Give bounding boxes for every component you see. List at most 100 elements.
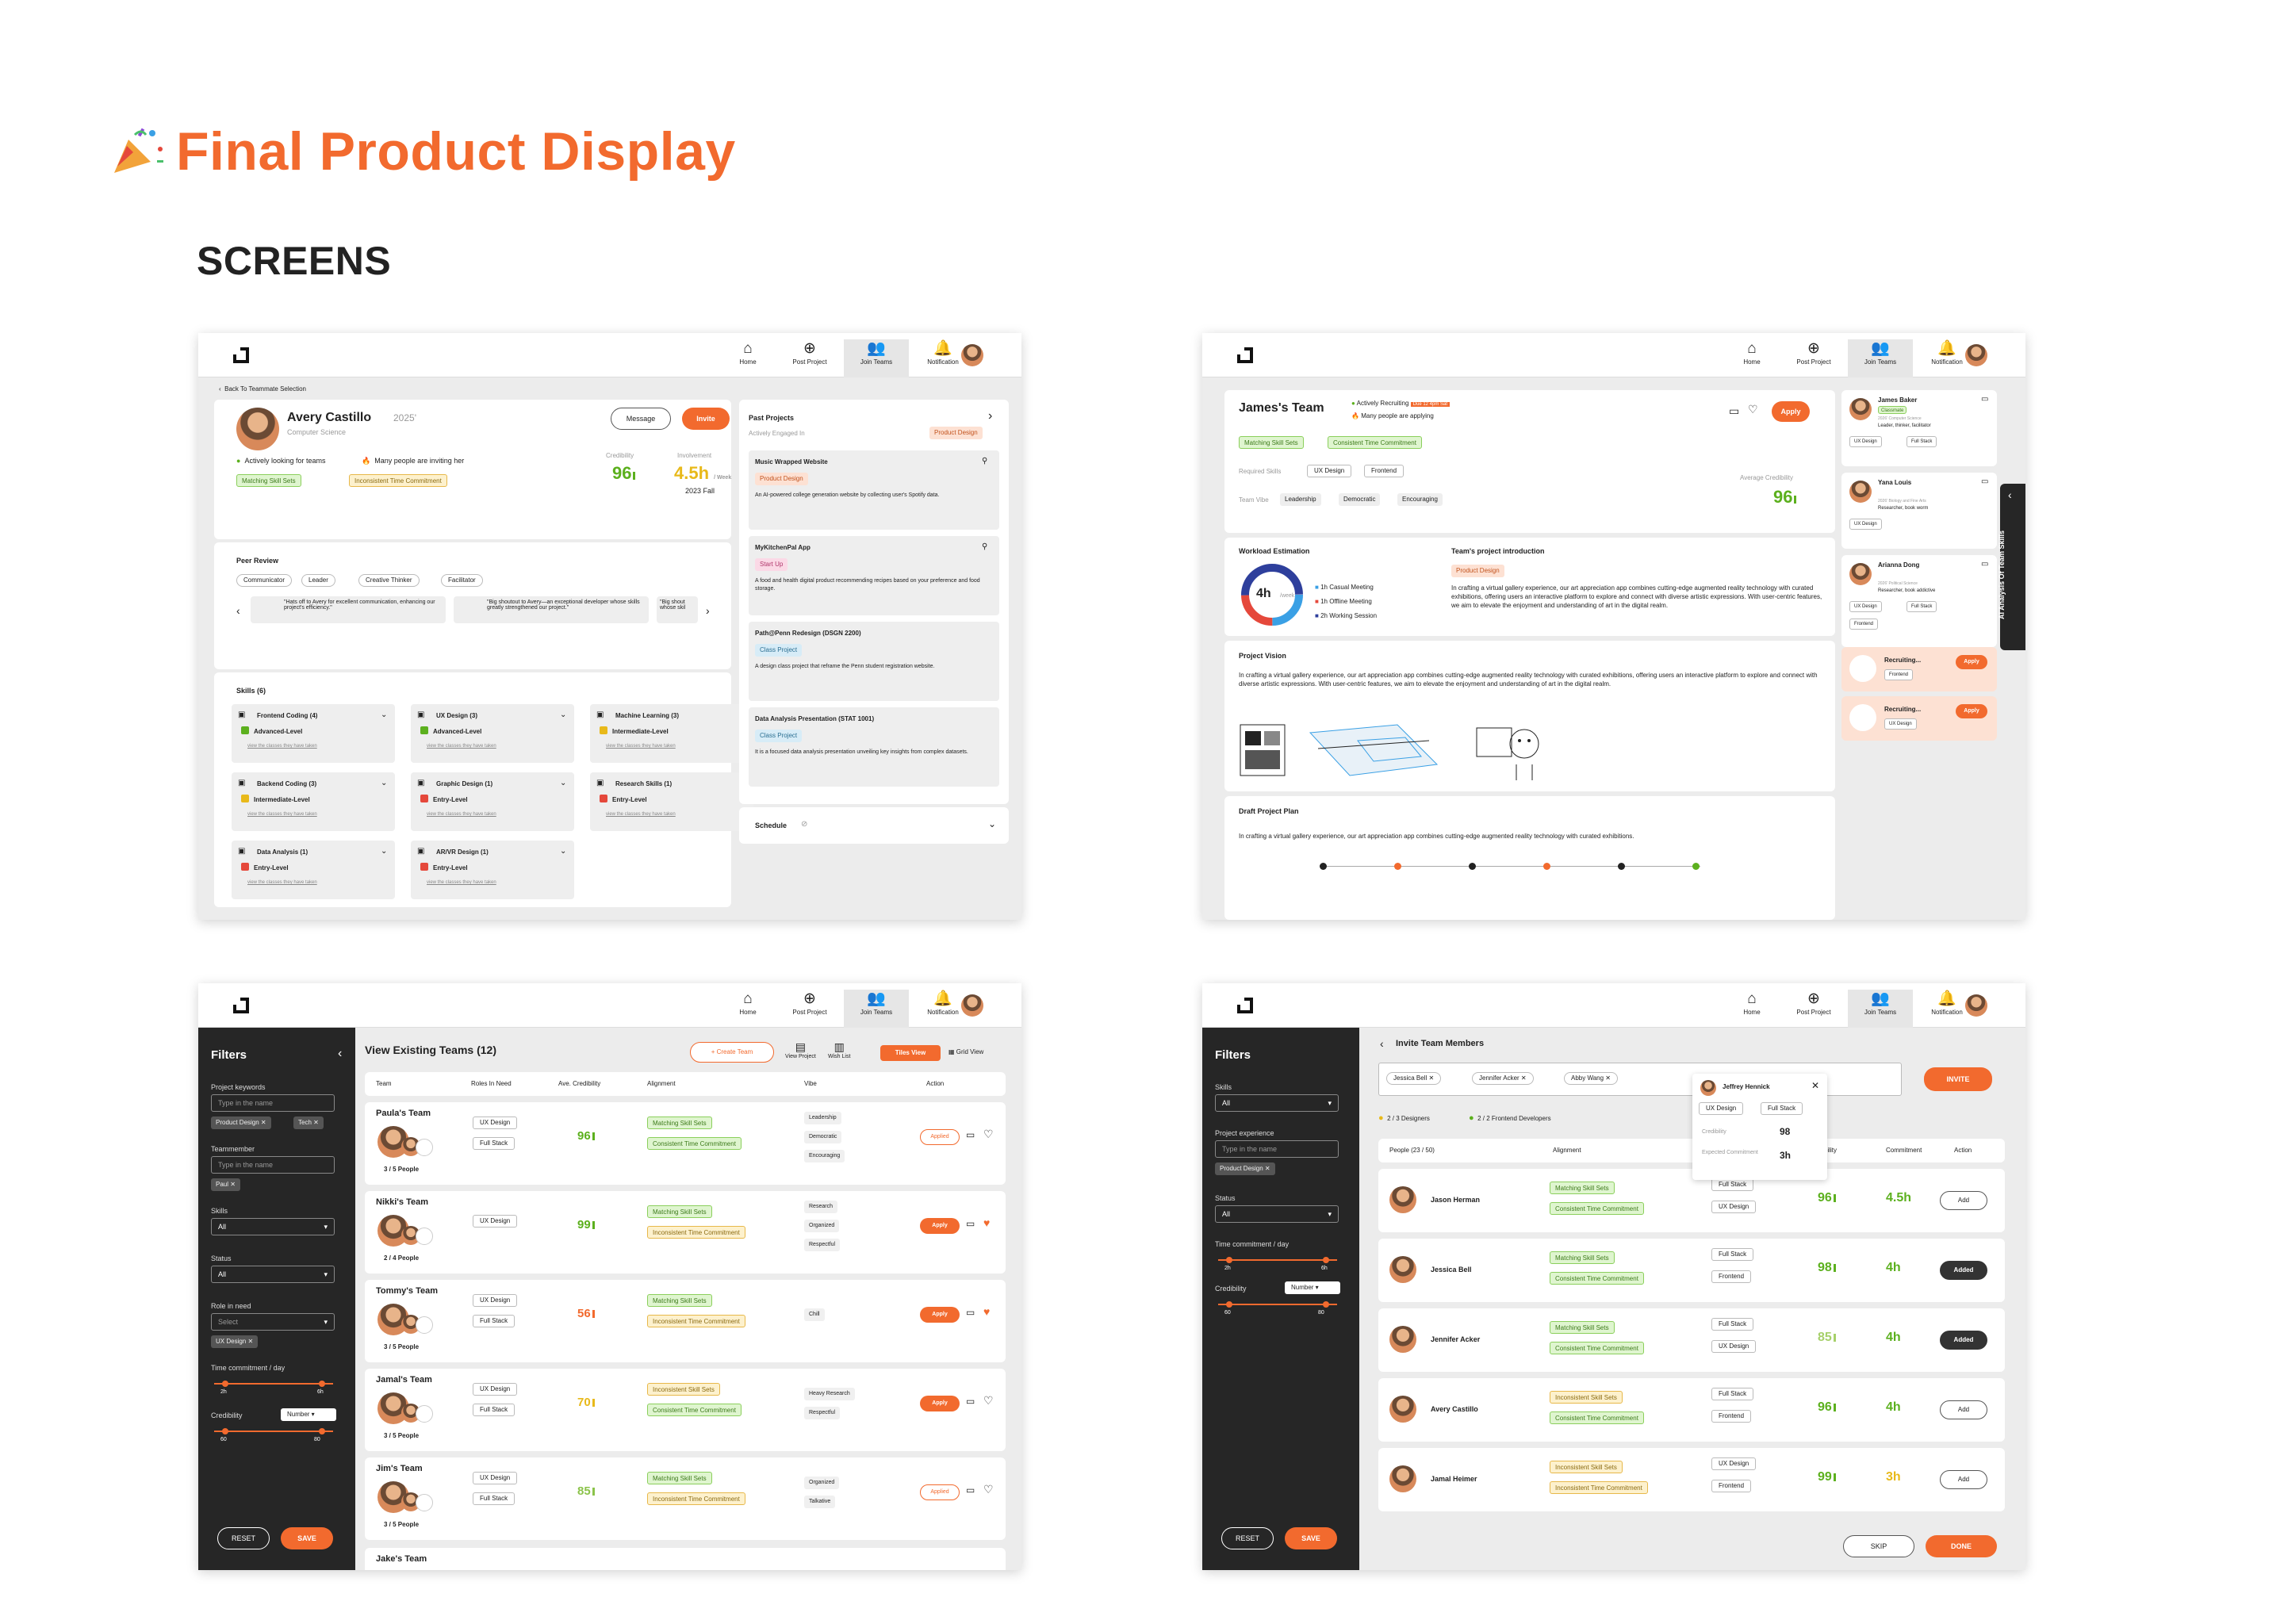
apply-button[interactable]: Apply (1772, 401, 1810, 422)
nav-home[interactable]: ⌂ Home (1719, 339, 1784, 377)
apply-button[interactable]: Apply (920, 1307, 960, 1323)
teammember-chip[interactable]: Paul ✕ (211, 1178, 240, 1191)
add-button[interactable]: Add (1940, 1470, 1987, 1489)
project-item[interactable]: MyKitchenPal App Start Up A food and healt… (749, 536, 999, 615)
chevron-down-icon[interactable]: ⌄ (560, 847, 566, 856)
time-slider[interactable] (1218, 1257, 1337, 1263)
skill-card[interactable]: Data Analysis (1) ▣ ⌄ Entry-Level view the c… (232, 841, 395, 899)
heart-icon[interactable]: ♡ (983, 1128, 994, 1141)
heart-icon[interactable]: ♥ (983, 1305, 990, 1318)
table-row[interactable]: Tommy's Team 3 / 5 People UX Design Full St… (365, 1280, 1006, 1362)
credibility-select[interactable]: Number ▾ (1285, 1281, 1340, 1294)
chat-icon[interactable]: ▭ (966, 1129, 975, 1140)
project-item[interactable]: Data Analysis Presentation (STAT 1001) Cl… (749, 707, 999, 787)
back-arrow-icon[interactable]: ‹ (1380, 1037, 1384, 1050)
table-row[interactable]: Jennifer Acker Matching Skill Sets Consist… (1378, 1308, 2005, 1372)
time-slider[interactable] (214, 1381, 333, 1387)
chevron-down-icon[interactable]: ⌄ (560, 779, 566, 787)
invitee-chip[interactable]: Jessica Bell ✕ (1386, 1072, 1442, 1085)
invitee-chip[interactable]: Abby Wang ✕ (1564, 1072, 1618, 1085)
message-button[interactable]: Message (611, 408, 671, 430)
nav-home[interactable]: ⌂ Home (715, 990, 780, 1028)
project-item[interactable]: Path@Penn Redesign (DSGN 2200) Class Proj… (749, 622, 999, 701)
app-logo[interactable] (233, 347, 249, 363)
invitee-chip[interactable]: Jennifer Acker ✕ (1472, 1072, 1534, 1085)
project-item[interactable]: Music Wrapped Website Product Design An AI… (749, 450, 999, 530)
experience-input[interactable]: Type in the name (1215, 1140, 1339, 1158)
nav-post-project[interactable]: ⊕ Post Project (1781, 990, 1846, 1028)
nav-join-teams[interactable]: 👥 Join Teams (1848, 990, 1913, 1028)
add-button[interactable]: Add (1940, 1400, 1987, 1419)
view-project-button[interactable]: ▤ View Project (785, 1040, 816, 1059)
pin-icon[interactable]: ⚲ (982, 542, 987, 551)
pin-icon[interactable]: ⚲ (982, 457, 987, 465)
user-avatar[interactable] (961, 994, 983, 1017)
table-row[interactable]: Jessica Bell Matching Skill Sets Consisten… (1378, 1239, 2005, 1302)
chevron-down-icon[interactable]: ⌄ (381, 847, 387, 856)
status-select[interactable]: All ▾ (1215, 1205, 1339, 1223)
ai-analysis-tab[interactable]: ‹ AI Analysis Of Team Skills (1998, 484, 2025, 650)
app-logo[interactable] (1237, 998, 1253, 1013)
skill-classes-link[interactable]: view the classes they have taken (247, 812, 317, 817)
status-select[interactable]: All ▾ (211, 1266, 335, 1283)
reset-button[interactable]: RESET (217, 1527, 270, 1549)
credibility-slider[interactable] (1218, 1301, 1337, 1308)
heart-icon[interactable]: ♡ (983, 1394, 994, 1408)
table-row[interactable]: Jamal Heimer Inconsistent Skill Sets Incon… (1378, 1448, 2005, 1511)
chat-icon[interactable]: ▭ (1981, 395, 1988, 404)
nav-join-teams[interactable]: 👥 Join Teams (1848, 339, 1913, 377)
skill-card[interactable]: AR/VR Design (1) ▣ ⌄ Entry-Level view the cl… (411, 841, 574, 899)
skip-button[interactable]: SKIP (1843, 1535, 1914, 1557)
add-button[interactable]: Add (1940, 1191, 1987, 1210)
skill-classes-link[interactable]: view the classes they have taken (606, 744, 676, 749)
member-card[interactable]: Yana Louis 2026' Biology and Fine Arts Res… (1841, 473, 1997, 549)
member-card[interactable]: Arianna Dong 2026' Political Science Resea… (1841, 555, 1997, 647)
chevron-down-icon[interactable]: ⌄ (381, 710, 387, 719)
chat-icon[interactable]: ▭ (1729, 404, 1739, 418)
chat-icon[interactable]: ▭ (966, 1396, 975, 1407)
nav-home[interactable]: ⌂ Home (1719, 990, 1784, 1028)
added-button[interactable]: Added (1940, 1331, 1987, 1350)
apply-button[interactable]: Apply (1956, 655, 1987, 669)
keyword-chip[interactable]: Product Design ✕ (211, 1116, 271, 1129)
chat-icon[interactable]: ▭ (966, 1218, 975, 1229)
close-icon[interactable]: ✕ (1811, 1080, 1819, 1091)
skill-card[interactable]: Backend Coding (3) ▣ ⌄ Intermediate-Level vi… (232, 772, 395, 831)
app-logo[interactable] (1237, 347, 1253, 363)
create-team-button[interactable]: + Create Team (690, 1042, 774, 1063)
added-button[interactable]: Added (1940, 1261, 1987, 1280)
user-avatar[interactable] (1965, 344, 1987, 366)
skill-classes-link[interactable]: view the classes they have taken (427, 880, 496, 885)
chevron-down-icon[interactable]: ⌄ (381, 779, 387, 787)
app-logo[interactable] (233, 998, 249, 1013)
schedule-card[interactable]: Schedule ⊘ ⌄ (739, 807, 1009, 844)
nav-post-project[interactable]: ⊕ Post Project (777, 339, 842, 377)
chevron-right-icon[interactable]: › (988, 409, 992, 423)
table-row[interactable]: Paula's Team 3 / 5 People UX Design Full St… (365, 1102, 1006, 1185)
chevron-right-icon[interactable]: › (706, 604, 710, 617)
chat-icon[interactable]: ▭ (966, 1484, 975, 1496)
keyword-chip[interactable]: Tech ✕ (293, 1116, 324, 1129)
skill-card[interactable]: Machine Learning (3)▣⌄Intermediate-Level… (590, 704, 753, 763)
grid-view-toggle[interactable]: ▦ Grid View (948, 1048, 983, 1055)
applied-button[interactable]: Applied (920, 1129, 960, 1145)
done-button[interactable]: DONE (1926, 1535, 1997, 1557)
wishlist-button[interactable]: ▥ Wish List (828, 1040, 850, 1059)
skill-classes-link[interactable]: view the classes they have taken (247, 880, 317, 885)
chevron-left-icon[interactable]: ‹ (236, 604, 240, 617)
skills-select[interactable]: All ▾ (211, 1218, 335, 1235)
skill-card[interactable]: Graphic Design (1) ▣ ⌄ Entry-Level view the … (411, 772, 574, 831)
recruiting-slot[interactable]: Recruiting... Frontend Apply (1841, 647, 1997, 691)
table-row[interactable]: Jake's Team (365, 1548, 1006, 1570)
user-avatar[interactable] (961, 344, 983, 366)
applied-button[interactable]: Applied (920, 1484, 960, 1500)
apply-button[interactable]: Apply (920, 1396, 960, 1411)
nav-home[interactable]: ⌂ Home (715, 339, 780, 377)
recruiting-slot[interactable]: Recruiting... UX Design Apply (1841, 696, 1997, 741)
skill-classes-link[interactable]: view the classes they have taken (427, 744, 496, 749)
table-row[interactable]: Jim's Team 3 / 5 People UX Design Full Stac… (365, 1457, 1006, 1540)
nav-post-project[interactable]: ⊕ Post Project (1781, 339, 1846, 377)
nav-join-teams[interactable]: 👥 Join Teams (844, 990, 909, 1028)
chat-icon[interactable]: ▭ (966, 1307, 975, 1318)
role-chip[interactable]: UX Design ✕ (211, 1335, 259, 1348)
